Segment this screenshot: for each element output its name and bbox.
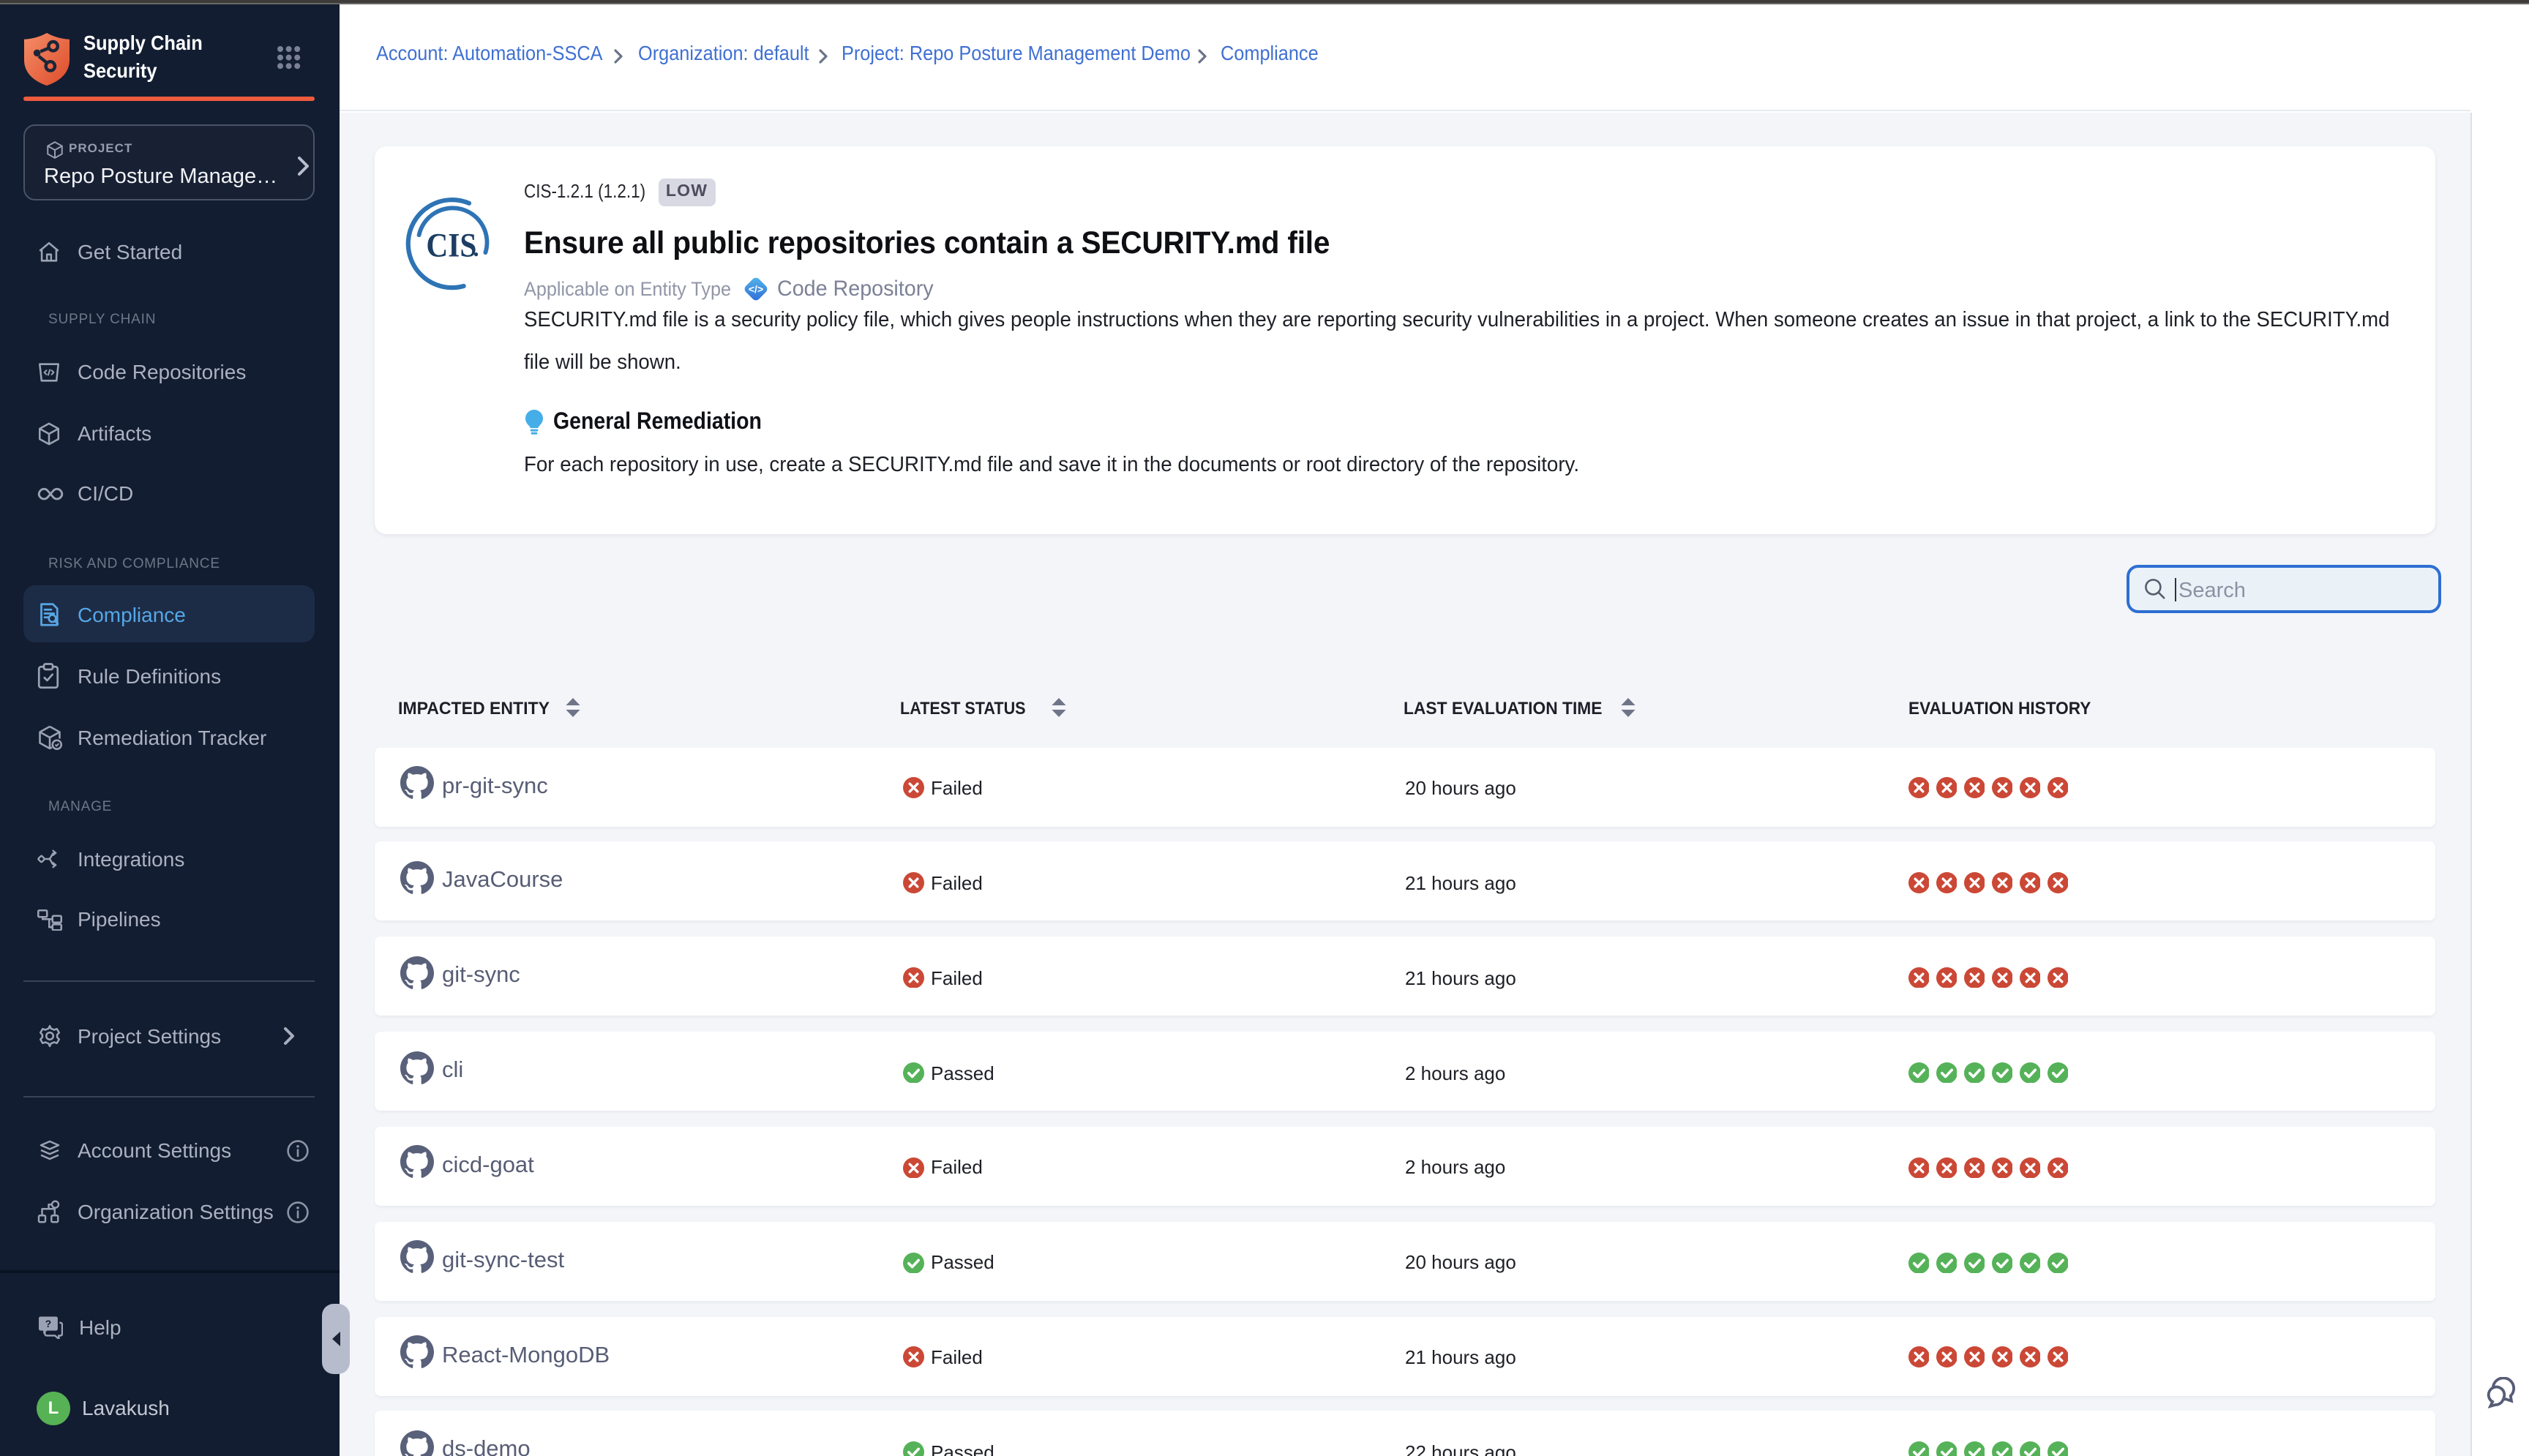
svg-text:</>: </> [749,282,763,294]
svg-text:?: ? [45,1318,51,1329]
svg-text:CIS: CIS [426,226,476,264]
